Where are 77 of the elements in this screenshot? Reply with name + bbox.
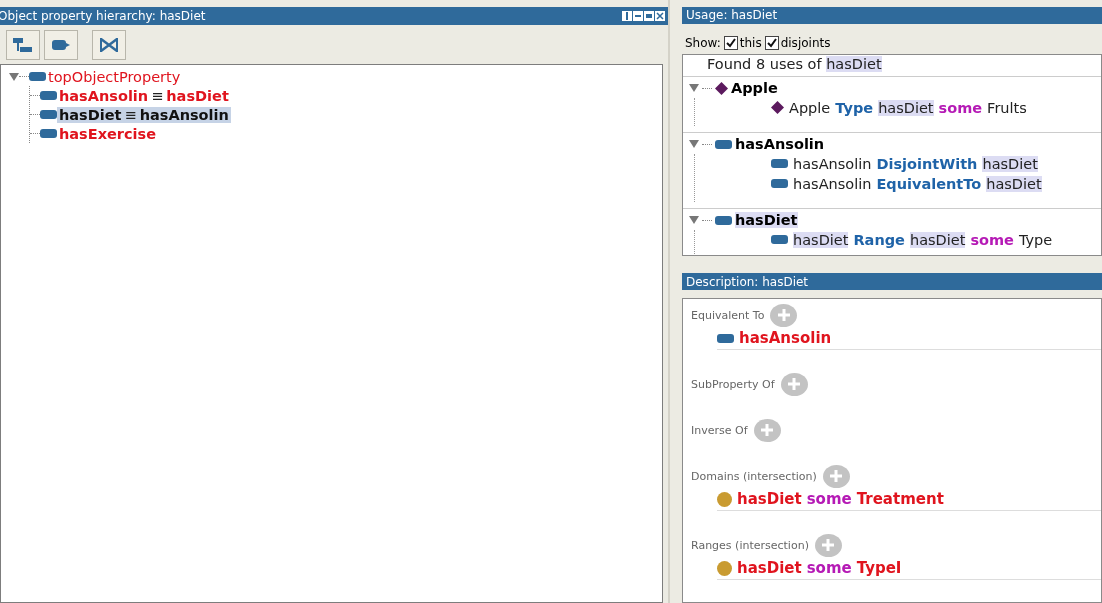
split-icon[interactable] — [622, 11, 632, 21]
expand-triangle-icon[interactable] — [689, 83, 699, 94]
show-label: Show: — [685, 36, 721, 50]
usage-group-title[interactable]: Apple — [731, 80, 778, 97]
property-icon — [771, 179, 788, 189]
axiom-token: hasDiet — [878, 100, 934, 116]
delete-button[interactable] — [92, 30, 126, 60]
add-subproperty-button[interactable] — [6, 30, 40, 60]
axiom-token: Range — [853, 232, 905, 248]
plus-icon — [829, 469, 844, 483]
property-icon — [40, 91, 57, 100]
diamond-icon — [771, 101, 784, 115]
axiom-token: some — [938, 100, 983, 116]
expression-token: hasAnsolin — [739, 329, 832, 347]
plus-icon — [821, 538, 836, 552]
expand-triangle-icon[interactable] — [689, 215, 699, 226]
axiom-token: Type — [1018, 232, 1053, 248]
property-icon — [40, 129, 57, 138]
panel-title: Usage: hasDiet — [686, 8, 778, 23]
axiom-token: hasAnsolin — [793, 176, 872, 192]
expand-triangle-icon[interactable] — [689, 139, 699, 150]
plus-icon — [760, 423, 775, 437]
expression-token: some — [806, 490, 852, 508]
axiom-token: DisjointWith — [876, 156, 978, 172]
property-icon — [771, 235, 788, 245]
axiom-token: Frults — [987, 100, 1027, 116]
expression-token: TypeI — [856, 559, 902, 577]
section-label: Ranges (intersection) — [691, 538, 809, 552]
section-label: Domains (intersection) — [691, 469, 817, 483]
usage-group-title[interactable]: hasDiet — [735, 212, 798, 229]
cross-icon — [99, 37, 119, 53]
usage-summary-text: Found 8 uses of — [707, 56, 823, 72]
maximize-icon[interactable] — [644, 11, 654, 21]
expression-token: Treatment — [856, 490, 944, 508]
axiom-token: EquivalentTo — [876, 176, 982, 192]
usage-group-title[interactable]: hasAnsolin — [735, 136, 825, 153]
section-label: Inverse Of — [691, 423, 748, 437]
expression-token: hasDiet — [737, 559, 802, 577]
plus-icon — [776, 308, 791, 322]
close-icon[interactable] — [655, 11, 665, 21]
tree-item[interactable]: hasExercise — [57, 125, 158, 142]
panel-title: Description: hasDiet — [686, 274, 809, 289]
property-icon — [29, 72, 46, 81]
tree-item[interactable]: hasDiet ≡ hasAnsolin — [57, 106, 231, 123]
axiom-token: hasAnsolin — [793, 156, 872, 172]
tree-item[interactable]: topObjectProperty — [46, 68, 183, 85]
checkbox[interactable] — [764, 36, 779, 50]
expression-token: hasDiet — [737, 490, 802, 508]
circle-icon — [717, 560, 732, 576]
axiom-token: hasDiet — [909, 232, 966, 248]
property-icon — [771, 159, 788, 169]
checkbox[interactable] — [723, 36, 738, 50]
property-icon — [715, 216, 732, 225]
property-icon — [40, 110, 57, 119]
axiom-token: hasDiet — [982, 156, 1038, 172]
minimize-icon[interactable] — [633, 11, 643, 21]
hierarchy-icon — [13, 37, 33, 53]
add-sibling-button[interactable] — [44, 30, 78, 60]
axiom-token: hasDiet — [986, 176, 1042, 192]
property-icon — [717, 333, 734, 343]
axiom-token: Type — [835, 100, 874, 116]
axiom-token: hasDiet — [793, 232, 849, 248]
property-arrow-icon — [51, 38, 71, 52]
tree-item[interactable]: hasAnsolin ≡ hasDiet — [57, 87, 231, 104]
axiom-token: Apple — [789, 100, 831, 116]
checkbox-label: disjoints — [780, 36, 831, 50]
diamond-icon — [715, 82, 728, 95]
expand-triangle-icon[interactable] — [9, 71, 19, 82]
plus-icon — [787, 377, 801, 391]
property-icon — [715, 140, 732, 149]
section-label: Equivalent To — [691, 308, 765, 322]
checkbox-label: this — [739, 36, 762, 50]
usage-summary-text: hasDiet — [826, 56, 882, 72]
axiom-token: some — [970, 232, 1014, 248]
expression-token: some — [806, 559, 852, 577]
section-label: SubProperty Of — [691, 377, 775, 391]
circle-icon — [717, 491, 732, 507]
